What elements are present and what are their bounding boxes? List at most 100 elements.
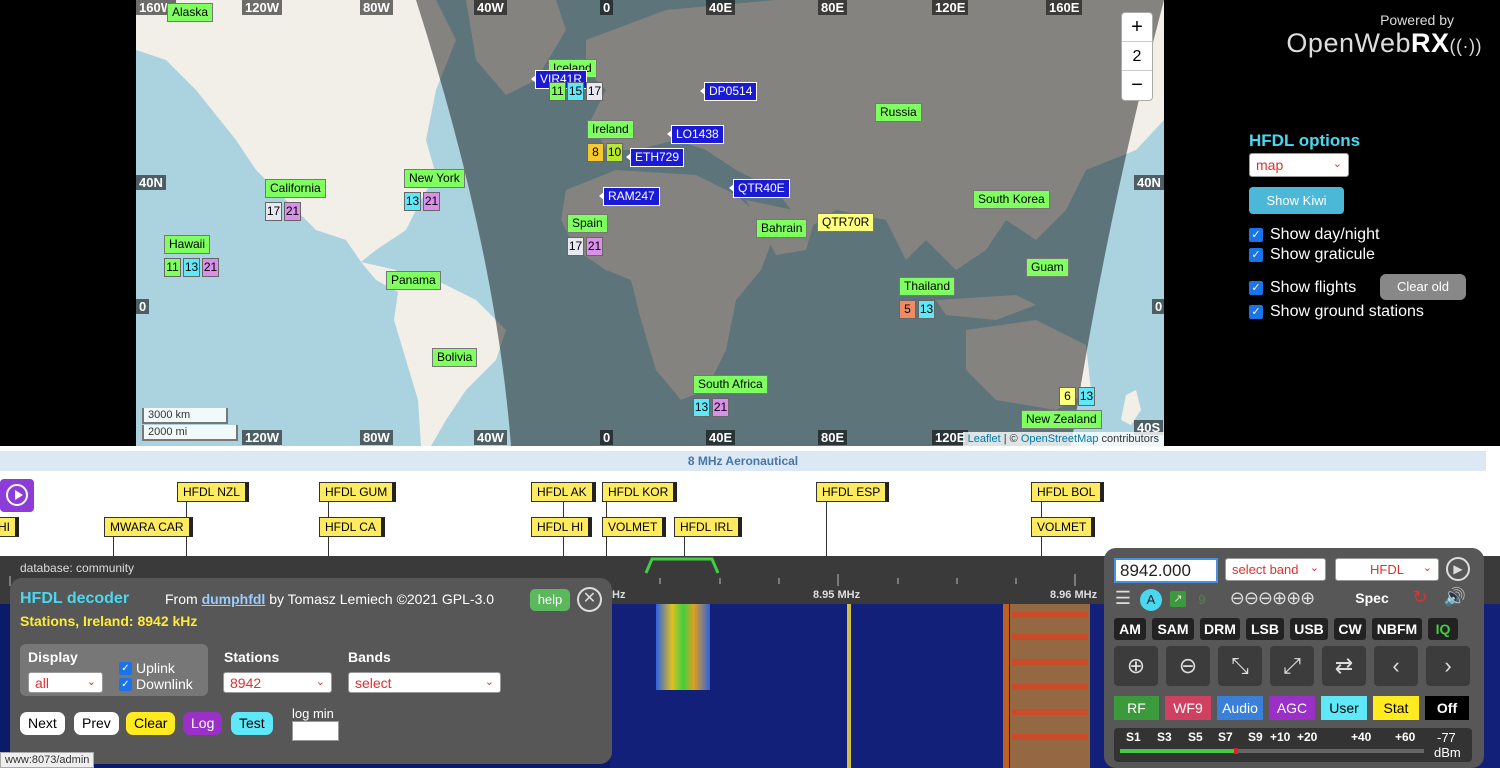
- zoom-to-passband-icon[interactable]: ⤡: [1218, 646, 1262, 686]
- smeter-track: [1120, 748, 1424, 754]
- mode-sam[interactable]: SAM: [1152, 618, 1194, 640]
- bookmark-marker[interactable]: MWARA CAR: [104, 517, 193, 537]
- world-map[interactable]: 160W 120W 80W 40W 0 40E 80E 120E 160E 12…: [136, 0, 1164, 446]
- flight-marker[interactable]: DP0514: [699, 82, 758, 101]
- downlink-label: Downlink: [136, 676, 193, 692]
- bookmark-marker[interactable]: HI: [0, 517, 19, 537]
- wf-button[interactable]: WF9: [1165, 696, 1211, 720]
- daynight-checkbox[interactable]: ✓ Show day/night: [1249, 226, 1379, 244]
- audio-button[interactable]: Audio: [1217, 696, 1263, 720]
- clear-button[interactable]: Clear: [126, 712, 176, 735]
- bookmark-marker[interactable]: HFDL CA: [319, 517, 385, 537]
- mode-am[interactable]: AM: [1114, 618, 1146, 640]
- zoom-out-button[interactable]: −: [1122, 71, 1152, 100]
- uplink-checkbox[interactable]: ✓ Uplink: [119, 660, 175, 676]
- step-down-icon[interactable]: ‹: [1374, 646, 1418, 686]
- station-marker[interactable]: New Zealand: [1021, 410, 1102, 429]
- prev-button[interactable]: Prev: [74, 712, 119, 735]
- check-icon: ✓: [1249, 281, 1263, 295]
- zoom-in-button[interactable]: +: [1122, 13, 1152, 42]
- bookmark-marker[interactable]: HFDL HI: [531, 517, 593, 537]
- graticule-checkbox[interactable]: ✓ Show graticule: [1249, 246, 1375, 264]
- osm-link[interactable]: OpenStreetMap: [1021, 433, 1099, 445]
- leaflet-link[interactable]: Leaflet: [968, 433, 1001, 445]
- station-marker[interactable]: California: [265, 179, 326, 198]
- menu-icon[interactable]: ☰: [1112, 588, 1134, 609]
- link-icon[interactable]: ↗: [1170, 591, 1186, 607]
- bookmark-marker[interactable]: HFDL GUM: [319, 482, 397, 502]
- station-marker[interactable]: Spain: [567, 214, 608, 233]
- station-marker[interactable]: Bahrain: [756, 219, 808, 238]
- help-button[interactable]: help: [530, 589, 570, 611]
- flight-marker[interactable]: QTR70R: [817, 213, 875, 232]
- bookmark-marker[interactable]: VOLMET: [1031, 517, 1096, 537]
- station-marker[interactable]: Alaska: [167, 3, 214, 22]
- bands-select[interactable]: select ⌄: [348, 672, 501, 693]
- station-marker[interactable]: Russia: [875, 103, 922, 122]
- band-select[interactable]: select band ⌄: [1225, 558, 1326, 581]
- mode-cw[interactable]: CW: [1334, 618, 1366, 640]
- station-marker[interactable]: Hawaii: [164, 235, 211, 254]
- next-button[interactable]: Next: [20, 712, 65, 735]
- display-select[interactable]: all ⌄: [28, 672, 103, 693]
- mode-drm[interactable]: DRM: [1200, 618, 1240, 640]
- log-min-input[interactable]: [292, 721, 339, 741]
- autosql-badge[interactable]: A: [1140, 589, 1162, 611]
- off-button[interactable]: Off: [1425, 696, 1469, 720]
- station-marker[interactable]: Thailand: [899, 277, 956, 296]
- flight-marker[interactable]: QTR40E: [729, 179, 790, 198]
- bookmark-marker[interactable]: VOLMET: [602, 517, 667, 537]
- downlink-checkbox[interactable]: ✓ Downlink: [119, 676, 193, 692]
- refresh-icon[interactable]: ↻: [1409, 587, 1431, 608]
- zoom-full-icon[interactable]: ⤢: [1270, 646, 1314, 686]
- speaker-icon[interactable]: 🔊: [1442, 587, 1468, 608]
- show-kiwi-button[interactable]: Show Kiwi: [1249, 187, 1344, 214]
- flights-checkbox[interactable]: ✓ Show flights: [1249, 279, 1356, 297]
- zoom-out-icon[interactable]: ⊖: [1166, 646, 1210, 686]
- smeter-label: +60: [1395, 730, 1416, 744]
- bookmark-marker[interactable]: HFDL ESP: [816, 482, 890, 502]
- view-select[interactable]: map ⌄: [1249, 153, 1349, 177]
- bookmark-marker[interactable]: HFDL BOL: [1031, 482, 1105, 502]
- station-marker[interactable]: Guam: [1026, 258, 1069, 277]
- mode-lsb[interactable]: LSB: [1246, 618, 1284, 640]
- frequency-input[interactable]: 8942.000: [1114, 558, 1218, 583]
- clear-old-button[interactable]: Clear old: [1380, 274, 1466, 300]
- openwebrx-logo[interactable]: OpenWebRX((·)): [1286, 28, 1482, 59]
- ground-stations-checkbox[interactable]: ✓ Show ground stations: [1249, 303, 1424, 321]
- play-button[interactable]: [0, 479, 34, 512]
- swap-icon[interactable]: ⇄: [1322, 646, 1366, 686]
- rf-button[interactable]: RF: [1114, 696, 1159, 720]
- flight-marker[interactable]: ETH729: [625, 148, 685, 167]
- mode-nbfm[interactable]: NBFM: [1372, 618, 1422, 640]
- bookmark-marker[interactable]: HFDL AK: [531, 482, 596, 502]
- log-button[interactable]: Log: [183, 712, 223, 735]
- flight-marker[interactable]: LO1438: [667, 125, 724, 144]
- step-up-icon[interactable]: ›: [1426, 646, 1470, 686]
- stations-select[interactable]: 8942 ⌄: [223, 672, 332, 693]
- close-icon[interactable]: ✕: [577, 587, 602, 612]
- flight-marker[interactable]: RAM247: [599, 187, 660, 206]
- station-marker[interactable]: Panama: [386, 271, 441, 290]
- user-button[interactable]: User: [1321, 696, 1367, 720]
- station-marker[interactable]: Bolivia: [432, 348, 478, 367]
- bookmark-marker[interactable]: HFDL IRL: [674, 517, 742, 537]
- mode-iq[interactable]: IQ: [1428, 618, 1458, 640]
- bookmark-marker[interactable]: HFDL KOR: [602, 482, 678, 502]
- spec-button[interactable]: Spec: [1354, 590, 1390, 606]
- agc-button[interactable]: AGC: [1269, 696, 1315, 720]
- station-marker[interactable]: New York: [404, 169, 465, 188]
- bookmark-marker[interactable]: HFDL NZL: [177, 482, 249, 502]
- mode-usb[interactable]: USB: [1290, 618, 1328, 640]
- station-marker[interactable]: South Korea: [973, 190, 1050, 209]
- marker-line: [826, 500, 827, 556]
- station-marker[interactable]: Ireland: [587, 120, 634, 139]
- stat-button[interactable]: Stat: [1373, 696, 1419, 720]
- mode-select[interactable]: HFDL ⌄: [1335, 558, 1439, 581]
- dumphfdl-link[interactable]: dumphfdl: [202, 591, 266, 607]
- station-marker[interactable]: South Africa: [693, 375, 768, 394]
- test-button[interactable]: Test: [231, 712, 273, 735]
- zoom-in-icon[interactable]: ⊕: [1114, 646, 1158, 686]
- zoom-controls-icon[interactable]: ⊖⊖⊖⊕⊕⊕: [1217, 588, 1327, 609]
- play-icon[interactable]: ▶: [1446, 557, 1470, 581]
